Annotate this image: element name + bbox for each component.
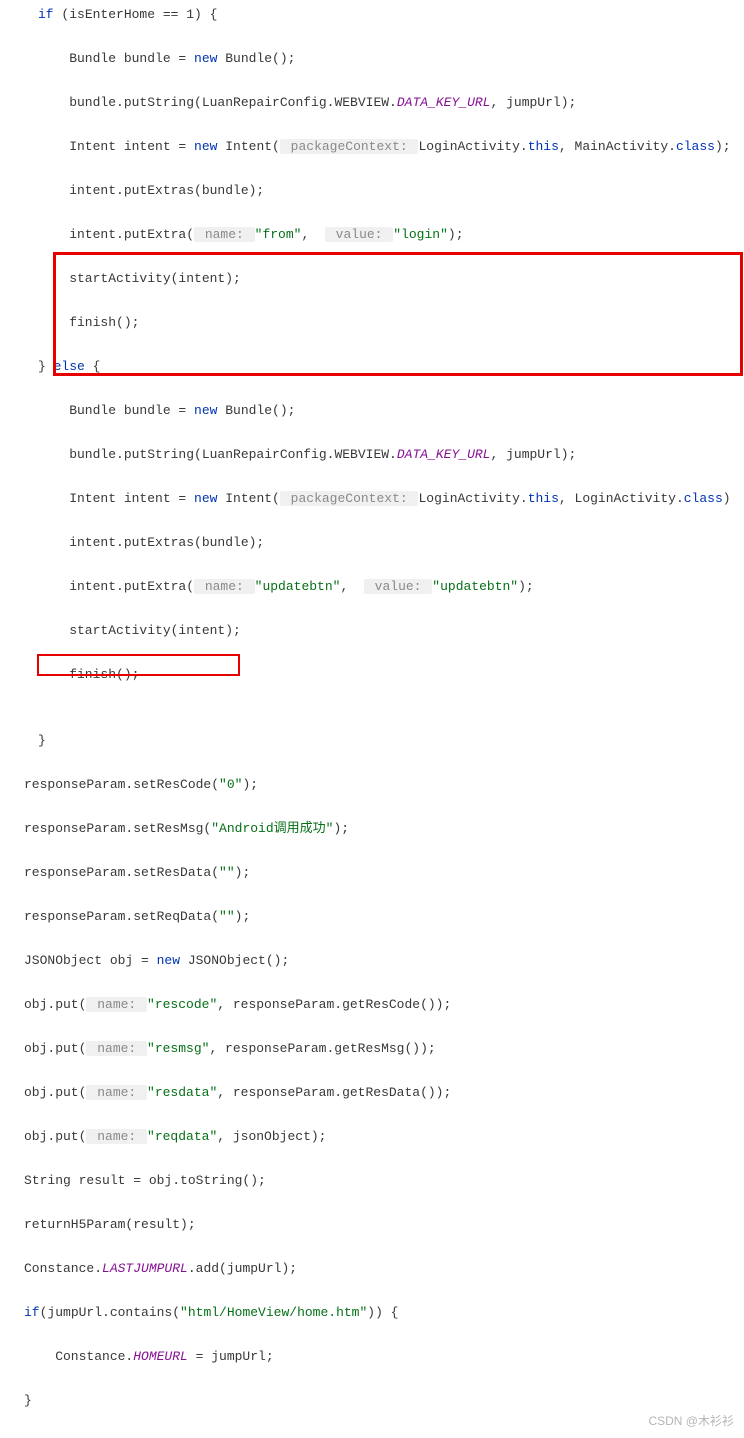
code-block: if (isEnterHome == 1) { Bundle bundle = … [0,0,744,1438]
